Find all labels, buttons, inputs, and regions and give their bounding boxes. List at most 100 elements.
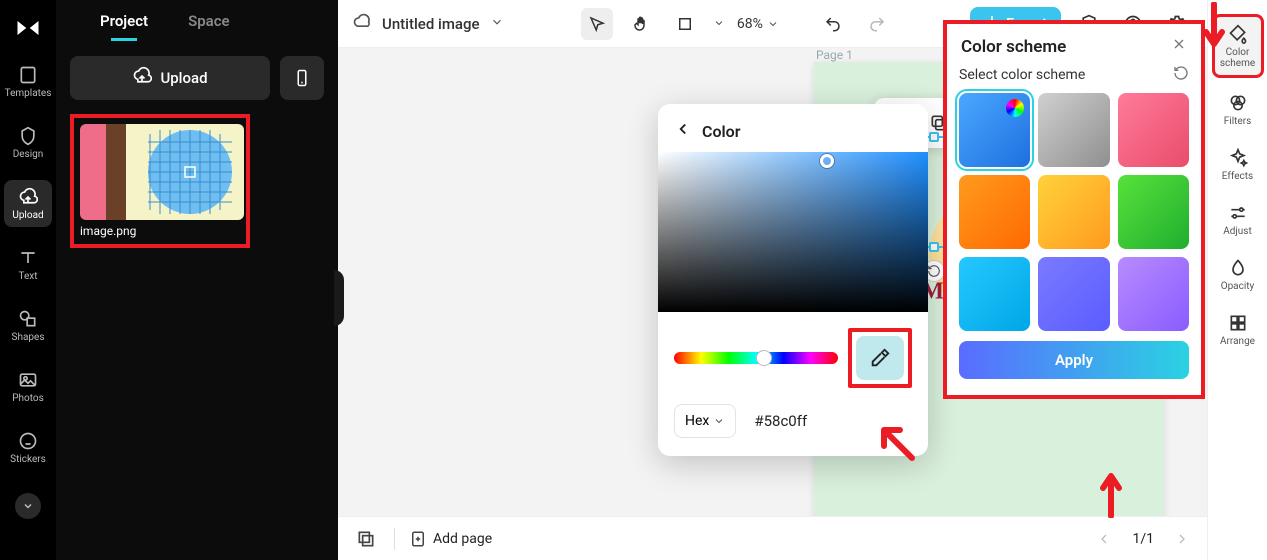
apply-button[interactable]: Apply xyxy=(959,341,1189,379)
rail-templates[interactable]: Templates xyxy=(4,58,52,105)
close-icon[interactable] xyxy=(1171,36,1187,57)
rrail-label: Opacity xyxy=(1221,281,1255,292)
back-icon[interactable] xyxy=(674,120,692,142)
next-page-button[interactable] xyxy=(1168,525,1196,553)
hue-slider[interactable] xyxy=(674,352,838,364)
scheme-swatch[interactable] xyxy=(1038,257,1109,331)
add-page-icon xyxy=(409,530,427,548)
rrail-arrange[interactable]: Arrange xyxy=(1212,306,1264,353)
upload-button[interactable]: Upload xyxy=(70,56,270,100)
annotation-arrow xyxy=(874,420,918,464)
rrail-adjust[interactable]: Adjust xyxy=(1212,196,1264,243)
right-rail: Color scheme Filters Effects Adjust Opac… xyxy=(1207,0,1267,560)
chevron-down-icon[interactable] xyxy=(713,14,725,33)
paint-bucket-icon xyxy=(1227,23,1249,45)
resize-handle[interactable] xyxy=(929,132,939,142)
scheme-swatch[interactable] xyxy=(1038,175,1109,249)
rail-label: Templates xyxy=(5,88,52,99)
side-panel: Project Space Upload image.png xyxy=(56,0,338,560)
zoom-level[interactable]: 68% xyxy=(737,16,779,32)
scheme-title: Color scheme xyxy=(961,37,1066,57)
layers-button[interactable] xyxy=(352,525,380,553)
scheme-swatch[interactable] xyxy=(959,175,1030,249)
reset-icon[interactable] xyxy=(1173,65,1189,85)
tab-project[interactable]: Project xyxy=(100,12,148,40)
stickers-icon xyxy=(17,430,39,452)
color-gradient-picker[interactable] xyxy=(658,152,928,312)
cloud-upload-icon xyxy=(132,66,152,90)
rail-label: Stickers xyxy=(10,454,46,465)
rrail-label: Adjust xyxy=(1223,226,1252,237)
side-tabs: Project Space xyxy=(70,12,324,40)
scheme-swatch[interactable] xyxy=(1038,93,1109,167)
text-icon xyxy=(17,247,39,269)
crop-tool[interactable] xyxy=(669,8,701,40)
panel-drag-handle[interactable] xyxy=(334,270,344,326)
rail-label: Photos xyxy=(12,393,44,404)
add-page-button[interactable]: Add page xyxy=(409,530,492,548)
color-wheel-icon xyxy=(1006,99,1024,117)
scheme-swatch[interactable] xyxy=(959,257,1030,331)
rail-upload[interactable]: Upload xyxy=(4,180,52,227)
rrail-label: Filters xyxy=(1224,116,1252,127)
hex-value[interactable]: #58c0ff xyxy=(754,412,807,430)
opacity-icon xyxy=(1227,257,1249,279)
rrail-opacity[interactable]: Opacity xyxy=(1212,251,1264,298)
rail-photos[interactable]: Photos xyxy=(4,363,52,410)
rrail-effects[interactable]: Effects xyxy=(1212,141,1264,188)
color-popover-title: Color xyxy=(702,122,740,141)
eyedropper-button[interactable] xyxy=(856,336,904,380)
arrange-icon xyxy=(1227,312,1249,334)
page-indicator: 1/1 xyxy=(1132,531,1154,547)
thumbnail-highlight: image.png xyxy=(70,114,250,248)
eyedropper-highlight xyxy=(848,328,912,388)
rail-label: Shapes xyxy=(12,332,45,343)
scheme-subtitle: Select color scheme xyxy=(959,67,1085,83)
filters-icon xyxy=(1227,92,1249,114)
effects-icon xyxy=(1227,147,1249,169)
bottom-bar: Add page 1/1 xyxy=(338,516,1267,560)
prev-page-button[interactable] xyxy=(1090,525,1118,553)
mobile-icon xyxy=(293,69,311,87)
photos-icon xyxy=(17,369,39,391)
tab-space[interactable]: Space xyxy=(188,12,230,40)
hue-handle[interactable] xyxy=(756,350,772,366)
mobile-upload-button[interactable] xyxy=(280,56,324,100)
rail-design[interactable]: Design xyxy=(4,119,52,166)
color-mode-select[interactable]: Hex xyxy=(674,404,736,438)
hand-tool[interactable] xyxy=(625,8,657,40)
cloud-icon[interactable] xyxy=(352,12,372,36)
rrail-label: Effects xyxy=(1222,171,1253,182)
templates-icon xyxy=(17,64,39,86)
rail-more-button[interactable] xyxy=(15,493,41,519)
scheme-swatch[interactable] xyxy=(1118,175,1189,249)
scheme-swatch[interactable] xyxy=(1118,93,1189,167)
page-label: Page 1 xyxy=(816,48,853,62)
rail-label: Text xyxy=(18,271,37,282)
resize-handle[interactable] xyxy=(929,242,939,252)
color-picker-cursor[interactable] xyxy=(820,154,834,168)
rail-text[interactable]: Text xyxy=(4,241,52,288)
document-title[interactable]: Untitled image xyxy=(382,15,480,33)
rail-label: Design xyxy=(13,149,44,160)
upload-icon xyxy=(17,186,39,208)
scheme-swatch[interactable] xyxy=(1118,257,1189,331)
upload-button-label: Upload xyxy=(160,69,207,87)
eyedropper-icon xyxy=(869,347,891,369)
color-scheme-panel: Color scheme Select color scheme Apply xyxy=(943,20,1205,399)
rail-shapes[interactable]: Shapes xyxy=(4,302,52,349)
thumbnail-filename: image.png xyxy=(80,224,240,238)
app-logo[interactable] xyxy=(12,12,44,44)
add-page-label: Add page xyxy=(433,531,492,547)
rrail-filters[interactable]: Filters xyxy=(1212,86,1264,133)
upload-thumbnail[interactable] xyxy=(80,124,244,220)
undo-button[interactable] xyxy=(817,8,849,40)
chevron-down-icon[interactable] xyxy=(490,14,504,33)
rail-stickers[interactable]: Stickers xyxy=(4,424,52,471)
redo-button[interactable] xyxy=(861,8,893,40)
select-tool[interactable] xyxy=(581,8,613,40)
rrail-label: Arrange xyxy=(1220,336,1255,347)
scheme-swatch[interactable] xyxy=(959,93,1030,167)
shapes-icon xyxy=(17,308,39,330)
rail-label: Upload xyxy=(12,210,43,221)
